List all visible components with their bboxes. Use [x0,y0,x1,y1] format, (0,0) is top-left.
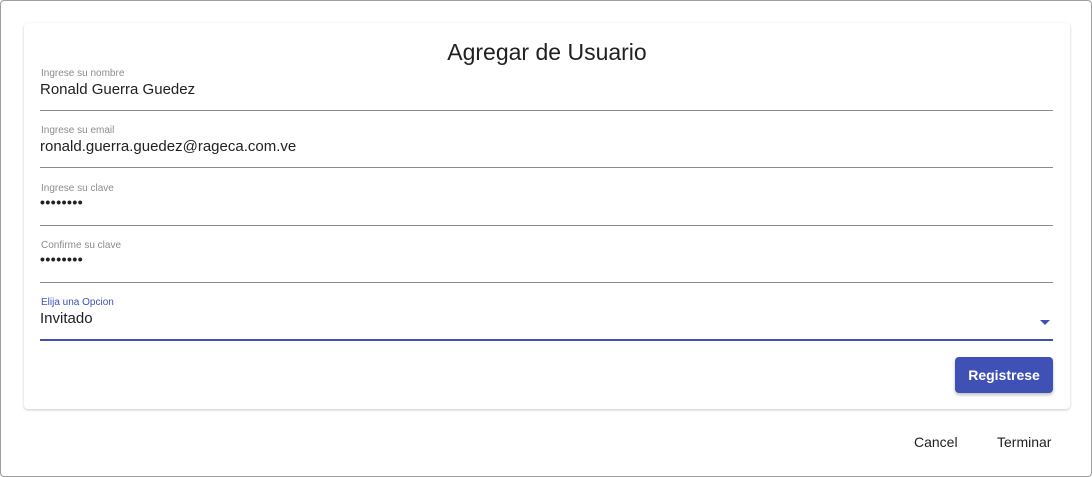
password-field[interactable]: Ingrese su clave •••••••• [40,183,1053,226]
confirm-password-field-label: Confirme su clave [41,240,122,251]
chevron-down-icon[interactable] [1040,320,1050,325]
name-field[interactable]: Ingrese su nombre Ronald Guerra Guedez [40,68,1053,111]
role-select[interactable]: Elija una Opcion Invitado [40,297,1053,341]
dialog-title: Agregar de Usuario [447,39,647,65]
cancel-button[interactable]: Cancel [914,431,958,453]
register-button[interactable]: Registrese [955,357,1053,393]
email-field-label: Ingrese su email [41,125,115,136]
name-field-label: Ingrese su nombre [41,68,125,79]
role-select-value[interactable]: Invitado [40,310,93,327]
password-field-label: Ingrese su clave [41,183,114,194]
role-select-label: Elija una Opcion [41,297,114,308]
confirm-password-field-value[interactable]: •••••••• [40,251,83,267]
confirm-password-field[interactable]: Confirme su clave •••••••• [40,240,1053,283]
password-field-value[interactable]: •••••••• [40,194,83,210]
email-field[interactable]: Ingrese su email ronald.guerra.guedez@ra… [40,125,1053,168]
user-form-card: Agregar de Usuario Ingrese su nombre Ron… [24,23,1070,409]
add-user-dialog: Agregar de Usuario Ingrese su nombre Ron… [0,0,1092,477]
name-field-value[interactable]: Ronald Guerra Guedez [40,81,195,98]
finish-button[interactable]: Terminar [997,431,1051,453]
email-field-value[interactable]: ronald.guerra.guedez@rageca.com.ve [40,138,296,155]
